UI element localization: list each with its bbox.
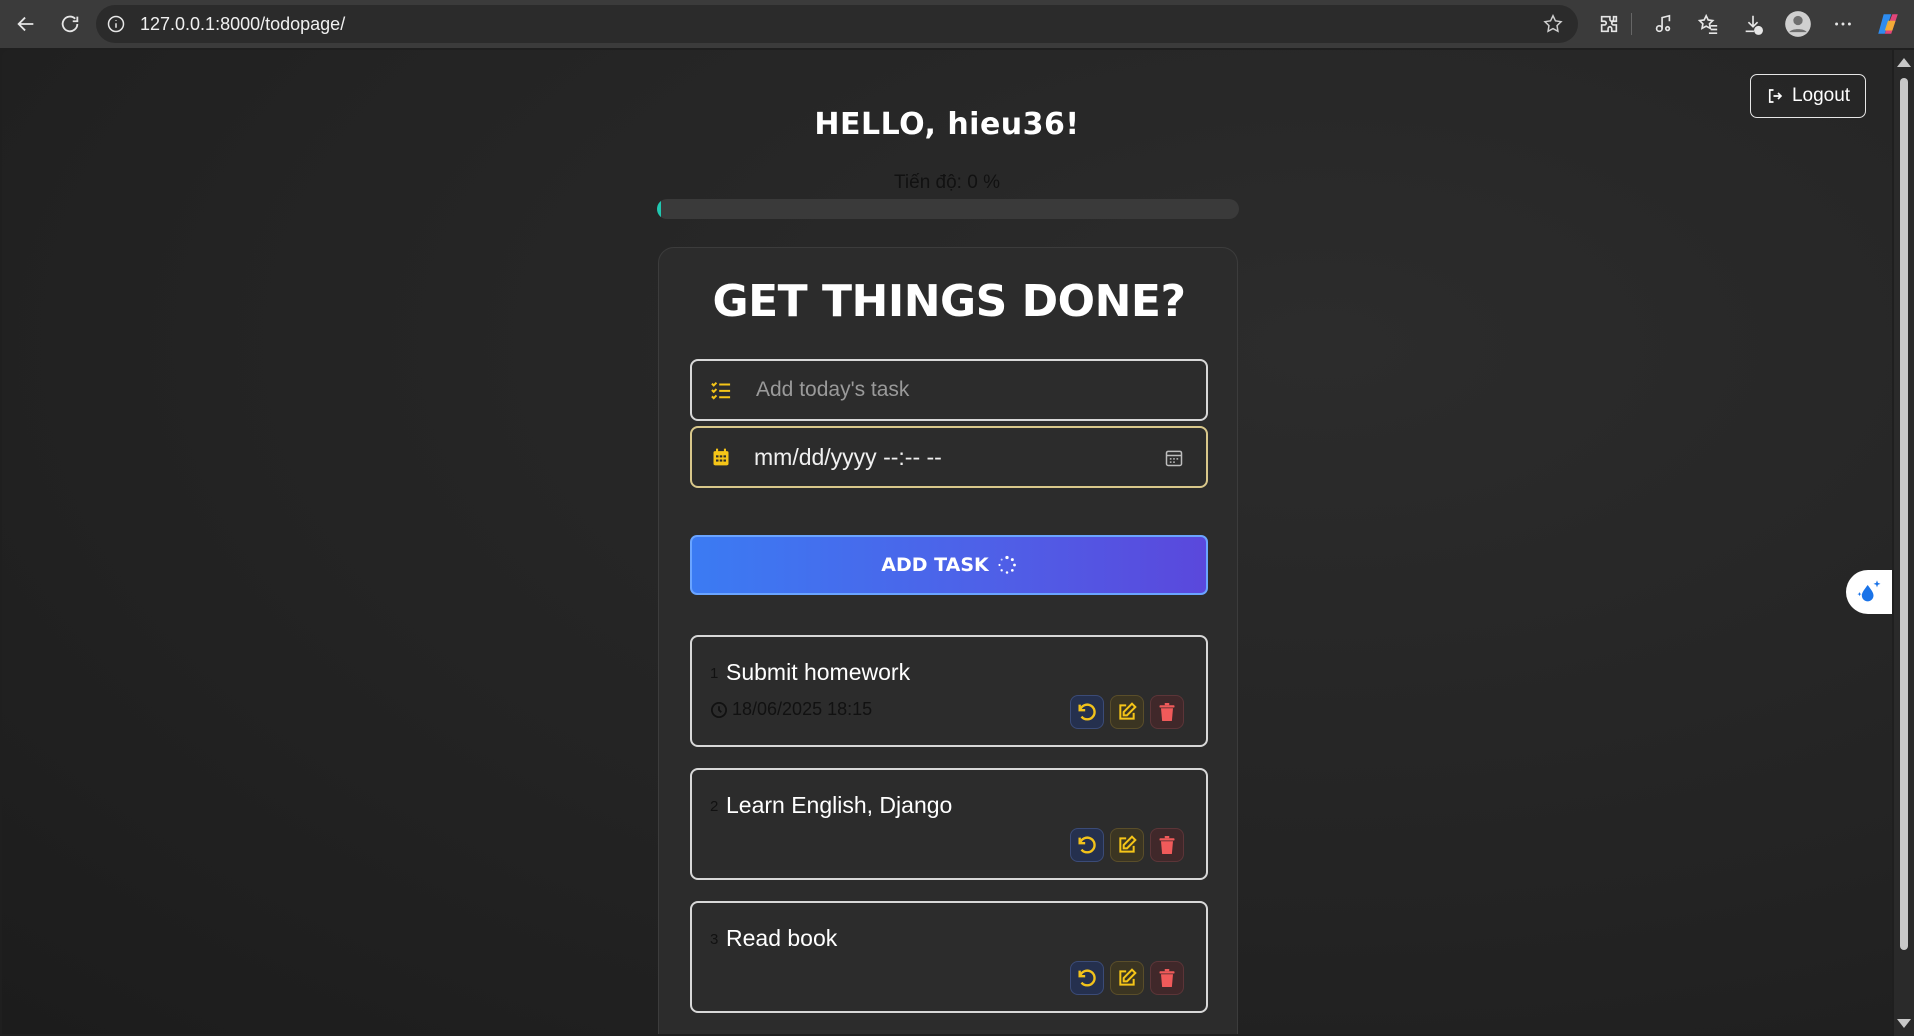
task-title: Read book [726,925,838,951]
edit-button[interactable] [1110,828,1144,862]
trash-icon [1159,836,1175,854]
task-number: 3 [710,931,719,948]
trash-icon [1159,703,1175,721]
toolbar-divider [1631,13,1632,35]
page-title: GET THINGS DONE? [712,276,1187,327]
edit-button[interactable] [1110,961,1144,995]
task-title: Learn English, Django [726,792,953,818]
delete-button[interactable] [1150,695,1184,729]
back-icon[interactable] [8,6,44,42]
add-task-button[interactable]: ADD TASK [690,535,1208,595]
browser-toolbar: 127.0.0.1:8000/todopage/ [0,0,1914,48]
task-number: 1 [710,665,719,682]
info-icon[interactable] [106,14,126,34]
undo-button[interactable] [1070,828,1104,862]
favorites-icon[interactable] [1690,6,1726,42]
task-item: 2 Learn English, Django [690,768,1208,880]
calendar-icon [708,447,734,467]
task-number: 2 [710,798,719,815]
refresh-icon[interactable] [52,6,88,42]
logout-label: Logout [1791,85,1851,106]
downloads-icon[interactable] [1735,6,1771,42]
task-due: 18/06/2025 18:15 [710,699,872,720]
task-title: Submit homework [726,659,911,685]
scroll-up-arrow[interactable] [1897,58,1911,67]
more-icon[interactable] [1825,6,1861,42]
copilot-sidebar-button[interactable] [1846,570,1892,614]
sparkle-drop-icon [1857,580,1881,602]
scroll-thumb[interactable] [1900,78,1908,950]
undo-icon [1078,836,1096,854]
list-check-icon [708,380,734,400]
media-icon[interactable] [1645,6,1681,42]
url-text[interactable]: 127.0.0.1:8000/todopage/ [140,14,345,35]
star-icon[interactable] [1542,13,1564,39]
due-date-value[interactable]: mm/dd/yyyy --:-- -- [754,444,942,471]
todo-card: GET THINGS DONE? mm/dd/yyyy --:-- -- ADD… [658,247,1238,1034]
task-due-text: 18/06/2025 18:15 [732,699,873,719]
progress-label: Tiến độ: 0 % [894,172,1000,193]
delete-button[interactable] [1150,961,1184,995]
page-scrollbar[interactable] [1894,50,1914,1036]
delete-button[interactable] [1150,828,1184,862]
address-bar[interactable]: 127.0.0.1:8000/todopage/ [96,5,1578,43]
copilot-icon[interactable] [1870,6,1906,42]
edit-icon [1119,702,1137,720]
undo-button[interactable] [1070,695,1104,729]
date-picker-icon[interactable] [1164,448,1184,472]
task-item: 1 Submit homework 18/06/2025 18:15 [690,635,1208,747]
scroll-down-arrow[interactable] [1897,1019,1911,1028]
undo-button[interactable] [1070,961,1104,995]
add-task-label: ADD TASK [881,554,989,576]
task-input[interactable] [754,377,1158,403]
progress-bar [657,199,1239,219]
greeting-heading: HELLO, hieu36! [814,107,1080,142]
edit-button[interactable] [1110,695,1144,729]
task-item: 3 Read book [690,901,1208,1013]
spinner-icon [998,555,1016,574]
profile-icon[interactable] [1780,6,1816,42]
undo-icon [1078,969,1096,987]
progress-fill [657,199,661,219]
clock-icon [710,701,728,718]
task-input-field[interactable] [690,359,1208,421]
trash-icon [1159,969,1175,987]
edit-icon [1119,968,1137,986]
page-viewport: Logout HELLO, hieu36! Tiến độ: 0 % GET T… [2,50,1892,1034]
undo-icon [1078,703,1096,721]
due-date-field[interactable]: mm/dd/yyyy --:-- -- [690,426,1208,488]
logout-icon [1768,89,1783,103]
edit-icon [1119,835,1137,853]
extensions-icon[interactable] [1591,6,1627,42]
